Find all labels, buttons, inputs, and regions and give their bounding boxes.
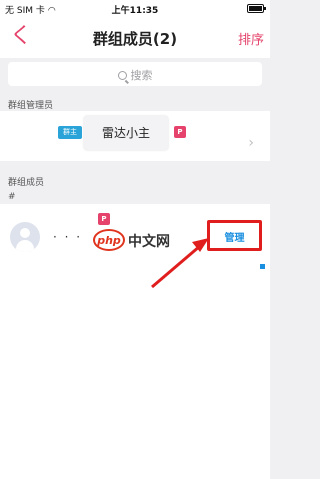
annotation-arrow-icon — [151, 238, 209, 289]
scroll-indicator — [260, 264, 265, 269]
